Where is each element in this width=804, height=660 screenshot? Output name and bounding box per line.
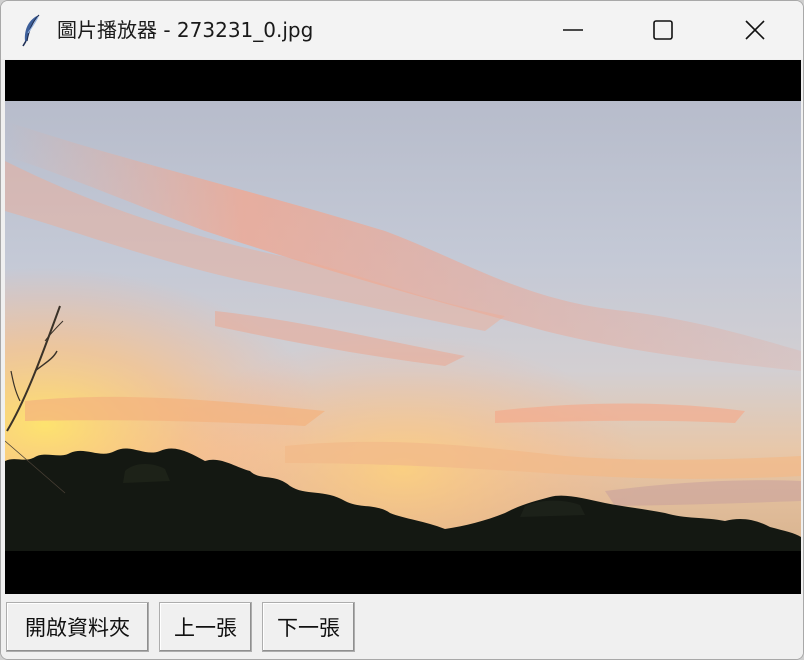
title-bar[interactable]: 圖片播放器 - 273231_0.jpg [1, 1, 803, 59]
window-title: 圖片播放器 - 273231_0.jpg [57, 18, 314, 42]
displayed-photo [5, 101, 801, 551]
close-icon [745, 20, 765, 40]
app-window: 圖片播放器 - 273231_0.jpg 開啟資料夾 上一張 下一張 [0, 0, 804, 660]
image-viewer [5, 60, 801, 594]
minimize-icon [563, 29, 583, 31]
minimize-button[interactable] [527, 1, 619, 59]
button-bar: 開啟資料夾 上一張 下一張 [1, 595, 803, 659]
feather-icon [22, 14, 40, 47]
next-image-button[interactable]: 下一張 [262, 602, 355, 652]
open-folder-button[interactable]: 開啟資料夾 [6, 602, 149, 652]
close-button[interactable] [709, 1, 801, 59]
maximize-button[interactable] [617, 1, 709, 59]
previous-image-button[interactable]: 上一張 [159, 602, 252, 652]
maximize-icon [653, 20, 673, 40]
